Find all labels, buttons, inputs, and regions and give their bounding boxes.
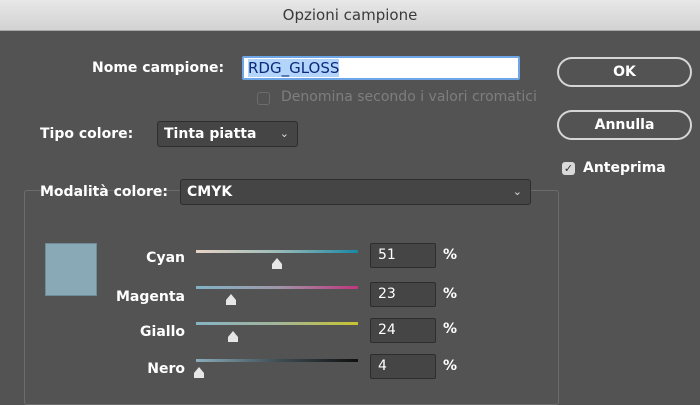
magenta-slider-track[interactable] <box>196 286 358 289</box>
color-mode-label: Modalità colore: <box>40 184 168 200</box>
chevron-down-icon: ⌄ <box>512 185 522 198</box>
color-type-dropdown[interactable]: Tinta piatta ⌄ <box>157 121 298 147</box>
magenta-label: Magenta <box>115 289 185 305</box>
nero-label: Nero <box>147 361 185 377</box>
cyan-slider-track[interactable] <box>196 250 358 253</box>
nero-value-field[interactable]: 4 <box>370 354 436 379</box>
checkbox-checked-icon[interactable]: ✓ <box>562 162 575 175</box>
magenta-unit: % <box>443 286 458 302</box>
nero-slider-handle[interactable] <box>194 367 204 378</box>
cancel-button[interactable]: Annulla <box>557 110 692 140</box>
preview-label: Anteprima <box>583 160 666 176</box>
nero-unit: % <box>443 358 458 374</box>
swatch-name-input[interactable]: RDG_GLOSS <box>242 56 520 80</box>
color-type-label: Tipo colore: <box>40 126 134 142</box>
ok-button[interactable]: OK <box>557 57 692 87</box>
nero-slider-track[interactable] <box>196 359 358 362</box>
dialog-title: Opzioni campione <box>0 0 700 31</box>
cyan-unit: % <box>443 247 458 263</box>
chevron-down-icon: ⌄ <box>279 127 289 140</box>
giallo-slider-handle[interactable] <box>228 331 238 342</box>
magenta-value-field[interactable]: 23 <box>370 282 436 307</box>
giallo-label: Giallo <box>140 324 185 340</box>
giallo-slider-track[interactable] <box>196 322 358 325</box>
color-mode-dropdown[interactable]: CMYK ⌄ <box>180 179 531 205</box>
swatch-name-value: RDG_GLOSS <box>248 59 340 77</box>
cyan-value-field[interactable]: 51 <box>370 243 436 268</box>
cyan-slider-handle[interactable] <box>272 258 282 269</box>
color-type-value: Tinta piatta <box>164 126 257 142</box>
giallo-value-field[interactable]: 24 <box>370 318 436 343</box>
name-by-value-label: Denomina secondo i valori cromatici <box>281 89 537 105</box>
color-mode-value: CMYK <box>187 184 233 200</box>
magenta-slider-handle[interactable] <box>226 294 236 305</box>
giallo-unit: % <box>443 321 458 337</box>
name-by-value-checkbox[interactable] <box>257 92 270 105</box>
swatch-name-label: Nome campione: <box>92 60 225 76</box>
cyan-label: Cyan <box>146 250 185 266</box>
